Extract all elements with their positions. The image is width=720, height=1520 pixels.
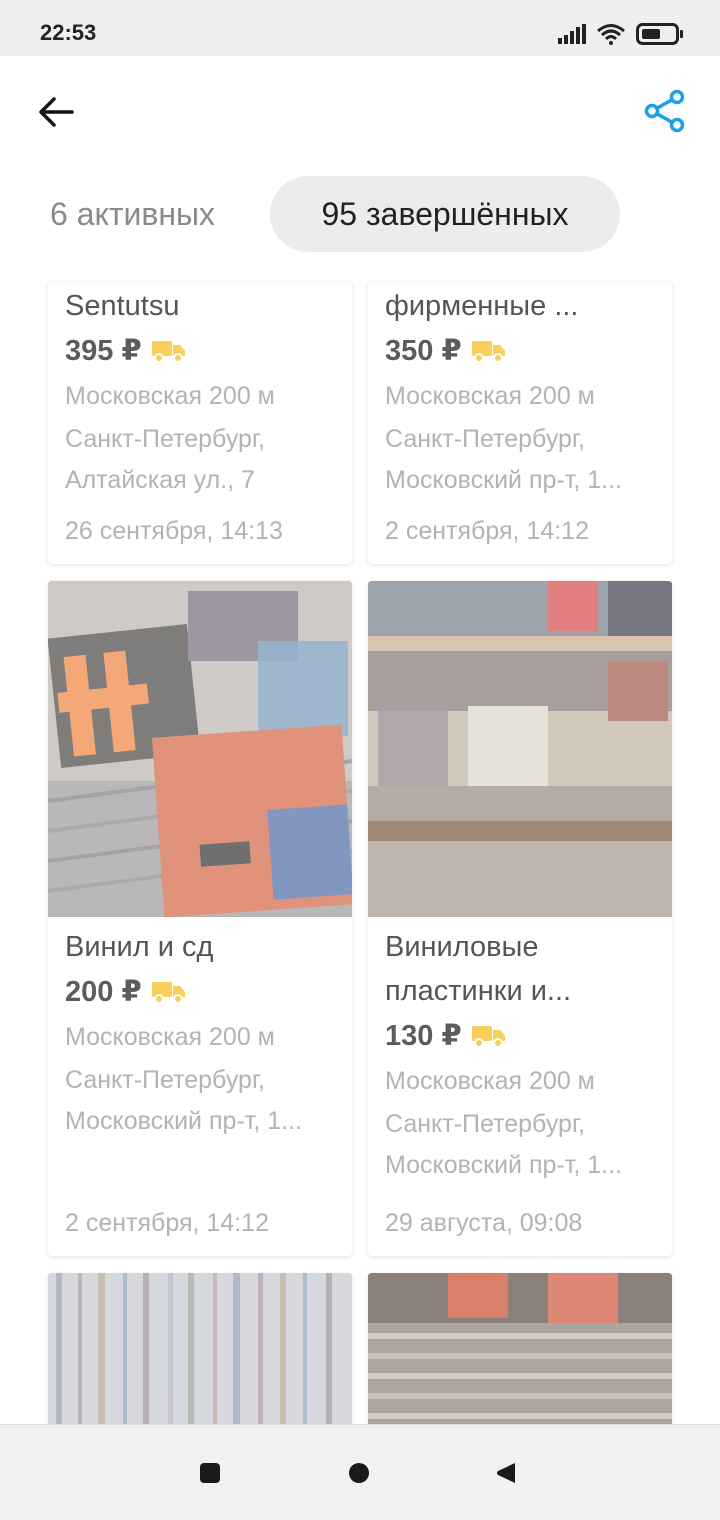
wifi-icon: [597, 24, 625, 45]
listing-address-line1: Санкт-Петербург,: [385, 1110, 585, 1138]
listing-metro: Московская 200 м: [65, 1023, 275, 1051]
app-header: [0, 56, 720, 166]
listing-address-line1: Санкт-Петербург,: [385, 425, 585, 453]
listing-title-line1: Виниловые: [385, 931, 539, 963]
listing-address-line1: Санкт-Петербург,: [65, 425, 265, 453]
listing-date: 26 сентября, 14:13: [65, 517, 283, 545]
listing-photo: [368, 581, 672, 917]
listing-date: 29 августа, 09:08: [385, 1209, 583, 1237]
signal-icon: [558, 24, 586, 44]
share-button[interactable]: [640, 86, 690, 136]
listing-photo: [368, 1273, 672, 1433]
price-value: 350 ₽: [385, 335, 462, 367]
back-button[interactable]: [32, 92, 80, 132]
status-icons: [558, 22, 684, 46]
tab-active[interactable]: 6 активных: [50, 176, 215, 252]
listing-price: 200 ₽: [65, 969, 335, 1015]
truck-icon: [471, 341, 505, 363]
truck-icon: [471, 1026, 505, 1048]
listing-date: 2 сентября, 14:12: [65, 1209, 269, 1237]
listing-metro: Московская 200 м: [385, 1067, 595, 1095]
listing-title: фирменные ...: [385, 290, 579, 322]
listing-title: Винил и сд: [65, 931, 214, 963]
listing-card[interactable]: Виниловые пластинки и... 130 ₽ Московска…: [368, 581, 672, 1256]
price-value: 200 ₽: [65, 976, 142, 1008]
listing-price: 395 ₽: [65, 328, 335, 374]
system-nav-bar: [0, 1424, 720, 1520]
price-value: 395 ₽: [65, 335, 142, 367]
truck-icon: [151, 341, 185, 363]
price-value: 130 ₽: [385, 1020, 462, 1052]
listing-date: 2 сентября, 14:12: [385, 517, 589, 545]
listing-tabs: 6 активных 95 завершённых: [0, 176, 720, 252]
listing-card[interactable]: [48, 1273, 352, 1433]
square-icon: [200, 1463, 220, 1483]
truck-icon: [151, 982, 185, 1004]
listing-metro: Московская 200 м: [65, 382, 275, 410]
listing-price: 130 ₽: [385, 1013, 655, 1059]
listing-title-line2: пластинки и...: [385, 975, 572, 1007]
home-button[interactable]: [348, 1462, 370, 1489]
back-nav-button[interactable]: [495, 1462, 517, 1489]
listing-photo: [48, 1273, 352, 1433]
tab-completed[interactable]: 95 завершённых: [270, 176, 620, 252]
listing-metro: Московская 200 м: [385, 382, 595, 410]
listing-address-line2: Московский пр-т, 1...: [65, 1107, 303, 1135]
share-icon: [644, 89, 685, 133]
listing-address-line1: Санкт-Петербург,: [65, 1066, 265, 1094]
listing-title: Sentutsu: [65, 290, 180, 322]
listing-card[interactable]: Винил и сд 200 ₽ Московская 200 м Санкт-…: [48, 581, 352, 1256]
listing-photo: [48, 581, 352, 917]
arrow-left-icon: [39, 97, 74, 127]
triangle-back-icon: [497, 1463, 515, 1483]
status-bar: 22:53: [0, 0, 720, 56]
recents-button[interactable]: [199, 1462, 221, 1489]
status-time: 22:53: [40, 20, 97, 45]
listing-address-line2: Московский пр-т, 1...: [385, 1151, 623, 1179]
battery-icon: [636, 23, 683, 45]
listing-price: 350 ₽: [385, 328, 655, 374]
listing-address-line2: Алтайская ул., 7: [65, 466, 255, 494]
listing-address-line2: Московский пр-т, 1...: [385, 466, 623, 494]
listing-card[interactable]: [368, 1273, 672, 1433]
listing-card[interactable]: фирменные ... 350 ₽ Московская 200 м Сан…: [368, 282, 672, 564]
circle-icon: [349, 1463, 369, 1483]
listing-card[interactable]: Sentutsu 395 ₽ Московская 200 м Санкт-Пе…: [48, 282, 352, 564]
